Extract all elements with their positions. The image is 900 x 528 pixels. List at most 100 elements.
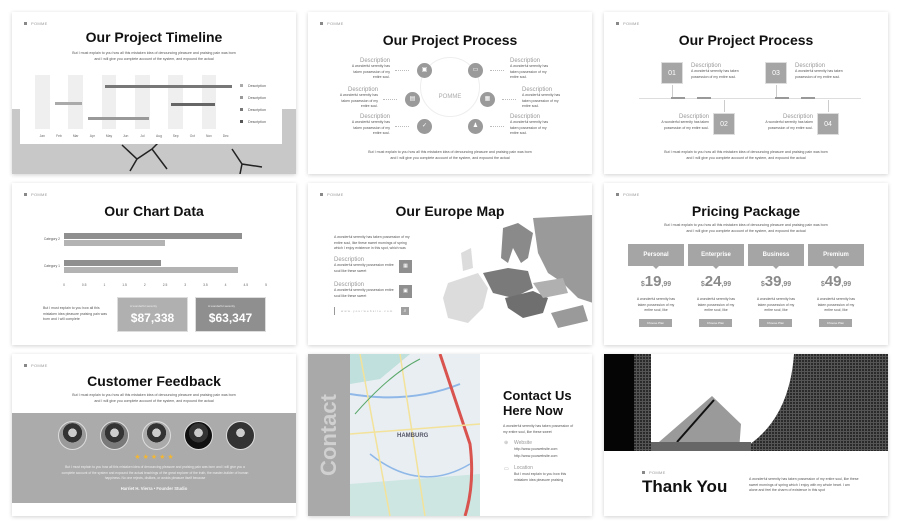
description-text: A wonderful serenity has taken possessio… (522, 93, 561, 108)
choose-plan-button[interactable]: Choose Plan (759, 319, 792, 327)
plan-header: Enterprise (688, 244, 744, 269)
customer-avatar[interactable] (58, 421, 87, 450)
plan-header: Premium (808, 244, 864, 269)
price-cents: ,99 (661, 281, 672, 288)
calendar-icon: ▦ (399, 260, 412, 273)
map-description: Description A wonderful serenity possessi… (334, 257, 394, 274)
slide-pricing[interactable]: POMME Pricing Package But I must explain… (604, 183, 888, 345)
map-turkey (551, 305, 588, 328)
customer-avatar[interactable] (142, 421, 171, 450)
chart-bar (64, 233, 242, 239)
month-label: Sep (172, 134, 179, 138)
people-icon: ♟ (468, 119, 483, 134)
choose-plan-button[interactable]: Choose Plan (639, 319, 672, 327)
step-marker (775, 97, 789, 99)
month-label: Oct (189, 134, 195, 138)
customer-avatar[interactable] (184, 421, 213, 450)
process-description: Description A wonderful serenity has take… (510, 58, 555, 81)
star-icon: ★ (134, 454, 141, 461)
category-label: Category 1 (43, 264, 60, 268)
customer-avatar[interactable] (226, 421, 255, 450)
laptop-icon: ▭ (468, 63, 483, 78)
slide-subtitle: But I must explain to you how all this m… (664, 223, 828, 233)
contact-title-line2: Here Now (503, 403, 563, 418)
step-description: Description A wonderful serenity has take… (691, 63, 739, 80)
location-icon: ▭ (504, 466, 509, 472)
chart-icon: ▦ (480, 92, 495, 107)
legend-label: Description (248, 96, 266, 100)
slide-contact[interactable]: Contact HAMBURG Contact Us Here Now A won… (308, 354, 592, 516)
step-connector (828, 100, 829, 112)
process-description: Description A wonderful serenity has take… (510, 114, 555, 137)
plan-description: A wonderful serenity has taken possessio… (636, 297, 676, 312)
slide-project-steps[interactable]: POMME Our Project Process But I must exp… (604, 12, 888, 174)
step-description: Description A wonderful serenity has take… (795, 63, 843, 80)
process-description: Description A wonderful serenity has take… (522, 87, 567, 110)
contact-side-label: Contact (316, 394, 341, 476)
contact-title-line1: Contact Us (503, 388, 572, 403)
price-cents: ,99 (721, 281, 732, 288)
timeline-bar (171, 103, 216, 106)
plan-description: A wonderful serenity has taken possessio… (696, 297, 736, 312)
slide-customer-feedback[interactable]: POMME Customer Feedback But I must expla… (12, 354, 296, 516)
slide-chart-data[interactable]: POMME Our Chart Data Category 2 Category … (12, 183, 296, 345)
timeline-stripe (35, 75, 50, 129)
website-link-2[interactable]: http://www.yourwebsite.com (514, 454, 557, 460)
website-text[interactable]: www.yourwebsite.com (341, 309, 393, 313)
process-description: Description A wonderful serenity has take… (333, 87, 378, 110)
star-rating: ★ ★ ★ ★ ★ (12, 453, 296, 461)
month-label: Aug (156, 134, 162, 138)
timeline-bar (54, 102, 82, 105)
search-icon[interactable]: ⌕ (401, 307, 409, 315)
slide-project-timeline[interactable]: POMME Our Project Timeline But I must ex… (12, 12, 296, 174)
slide-project-process[interactable]: POMME Our Project Process POMME But I mu… (308, 12, 592, 174)
tick-label: 0.5 (81, 283, 87, 287)
customer-avatar[interactable] (100, 421, 129, 450)
tick-label: 1.5 (122, 283, 127, 287)
step-marker (697, 97, 711, 99)
stat-value: $63,347 (208, 311, 253, 325)
process-description: Description A wonderful serenity has take… (345, 114, 390, 137)
price-cents: ,99 (781, 281, 792, 288)
website-link-1[interactable]: http://www.yourwebsite.com (514, 447, 557, 453)
category-label: Category 2 (43, 237, 60, 241)
timeline-legend: Description Description Description Descrip… (240, 84, 266, 132)
description-text: A wonderful serenity has taken possessio… (661, 120, 709, 130)
tick-label: 4.5 (243, 283, 249, 287)
chart-note: But I must explain to you how all this m… (43, 306, 108, 321)
slide-thank-you[interactable]: POMME Thank You A wonderful serenity has… (604, 354, 888, 516)
stat-label: A wonderful serenity (208, 304, 236, 308)
location-heading: Location (514, 465, 533, 471)
thank-you-text: A wonderful serenity has taken possessio… (749, 477, 859, 492)
step-description: Description A wonderful serenity has take… (765, 114, 813, 131)
feedback-quote: But I must explain to you how all this m… (61, 465, 249, 480)
star-icon: ★ (142, 454, 149, 461)
europe-map (443, 215, 592, 328)
description-text: A wonderful serenity has taken possessio… (339, 93, 378, 108)
slide-europe-map[interactable]: POMME Our Europe Map A wonderful serenit… (308, 183, 592, 345)
stat-card: A wonderful serenity $87,338 (117, 297, 188, 332)
slide-subtitle: But I must explain to you how all this m… (72, 393, 236, 403)
plan-header: Personal (628, 244, 684, 269)
choose-plan-button[interactable]: Choose Plan (699, 319, 732, 327)
connector-arrow (383, 99, 397, 100)
feedback-author: Harriet H. Vierra • Founder Studio (120, 486, 188, 491)
bar-chart: Category 2 Category 1 0 0.5 1 1.5 2 2.5 3 3.5 4 4.5… (12, 183, 296, 293)
description-text: A wonderful serenity has taken possessio… (795, 69, 843, 79)
legend-item: Description (240, 96, 266, 108)
slide-footer-text: But I must explain to you how all this m… (368, 150, 532, 160)
month-label: May (105, 134, 113, 138)
step-connector (672, 85, 673, 97)
map-uk (461, 248, 473, 271)
description-text: A wonderful serenity possession entire s… (334, 263, 394, 273)
map-scandinavia (501, 223, 533, 263)
city-map: HAMBURG (350, 354, 480, 516)
price-amount: 39 (764, 273, 782, 290)
legend-item: Description (240, 84, 266, 96)
choose-plan-button[interactable]: Choose Plan (819, 319, 852, 327)
legend-label: Description (248, 120, 266, 124)
map-western-europe (443, 273, 488, 323)
location-text: But I must explain to you how this mista… (514, 472, 567, 482)
description-text: A wonderful serenity has taken possessio… (351, 64, 390, 79)
briefcase-icon: ▣ (417, 63, 432, 78)
